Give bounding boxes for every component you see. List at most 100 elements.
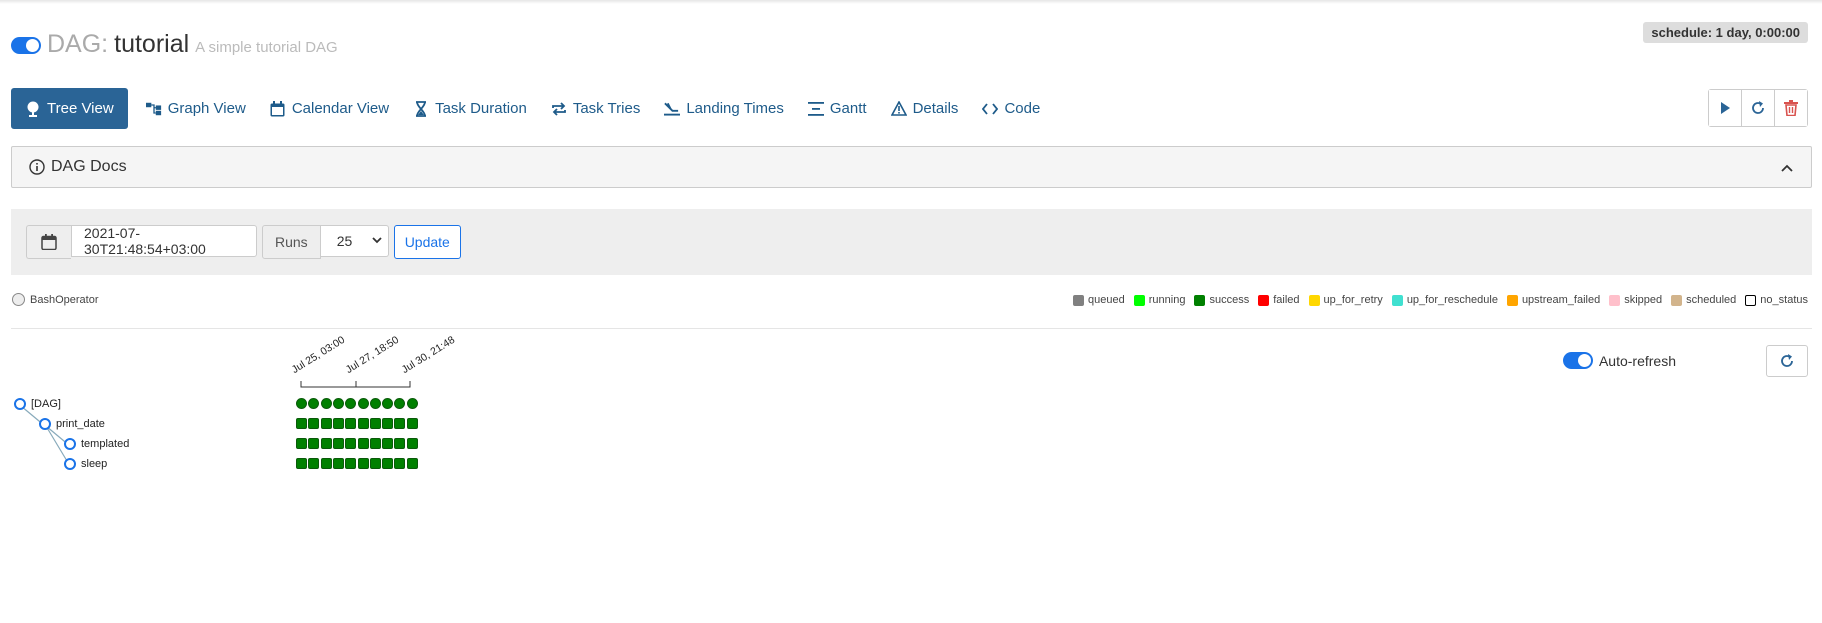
task-instance-cell[interactable]: [296, 418, 307, 429]
date-picker-button[interactable]: [26, 225, 71, 259]
dag-run-cell[interactable]: [394, 398, 406, 409]
task-instance-cell[interactable]: [332, 458, 344, 469]
update-button[interactable]: Update: [393, 225, 461, 259]
task-instance-cell[interactable]: [382, 438, 394, 449]
task-instance-cell[interactable]: [369, 458, 381, 469]
task-instance-cell[interactable]: [296, 438, 307, 449]
task-instance-cell[interactable]: [296, 458, 307, 469]
task-instance-cell[interactable]: [406, 458, 418, 469]
info-icon: [29, 159, 45, 175]
task-instance-cell[interactable]: [357, 418, 369, 429]
tab-calendar-view[interactable]: Calendar View: [258, 88, 401, 129]
auto-refresh-label: Auto-refresh: [1598, 352, 1676, 369]
tree-label-templated[interactable]: templated: [81, 438, 129, 450]
dag-run-cell[interactable]: [320, 398, 332, 409]
task-instance-cell[interactable]: [369, 438, 381, 449]
task-instance-cell[interactable]: [308, 418, 320, 429]
tree-node-print-date[interactable]: [39, 418, 51, 430]
tab-tree-view[interactable]: Tree View: [11, 88, 128, 129]
legend-label: success: [1209, 294, 1250, 306]
dag-pause-toggle[interactable]: [11, 37, 41, 54]
run-date-label: Jul 25, 03:00: [289, 333, 348, 376]
operator-label: BashOperator: [30, 293, 99, 306]
dag-run-cell[interactable]: [382, 398, 394, 409]
trash-icon: [1784, 100, 1798, 116]
dag-docs-panel[interactable]: DAG Docs: [11, 146, 1812, 188]
task-instance-cell[interactable]: [308, 438, 320, 449]
dag-run-cell[interactable]: [308, 398, 320, 409]
task-instance-cell[interactable]: [357, 458, 369, 469]
legend-label: scheduled: [1686, 294, 1737, 306]
tab-task-duration[interactable]: Task Duration: [401, 88, 539, 129]
refresh-tree-button[interactable]: [1766, 345, 1808, 377]
task-instance-cell[interactable]: [345, 418, 357, 429]
landing-icon: [664, 101, 681, 117]
task-instance-cell[interactable]: [332, 438, 344, 449]
chevron-up-icon[interactable]: [1781, 159, 1793, 177]
dag-run-cell[interactable]: [345, 398, 357, 409]
dag-run-cell[interactable]: [357, 398, 369, 409]
legend-label: queued: [1088, 294, 1125, 306]
task-instance-cell[interactable]: [394, 458, 406, 469]
task-instance-cell[interactable]: [382, 458, 394, 469]
view-tabs: Tree View Graph View Calendar View Task …: [11, 88, 1052, 129]
task-instance-cell[interactable]: [382, 418, 394, 429]
tree-filter-form: 2021-07-30T21:48:54+03:00 Runs 25 Update: [11, 209, 1812, 275]
calendar-icon: [270, 100, 286, 117]
task-instance-cell[interactable]: [345, 438, 357, 449]
task-instance-cell[interactable]: [320, 418, 332, 429]
tree-view: [DAG] print_date templated sleep Jul 25,…: [0, 334, 700, 500]
task-instance-cell[interactable]: [394, 418, 406, 429]
tree-label-print-date[interactable]: print_date: [56, 418, 105, 430]
tab-label: Code: [1004, 100, 1041, 117]
task-instance-cell[interactable]: [357, 438, 369, 449]
dag-run-cell[interactable]: [332, 398, 344, 409]
tab-graph-view[interactable]: Graph View: [134, 88, 258, 129]
task-instance-cell[interactable]: [406, 438, 418, 449]
legend-label: failed: [1273, 294, 1300, 306]
dag-run-cell[interactable]: [296, 398, 307, 409]
task-instance-cell[interactable]: [369, 418, 381, 429]
tab-code[interactable]: Code: [970, 88, 1052, 129]
delete-dag-button[interactable]: [1775, 90, 1807, 126]
dag-description: A simple tutorial DAG: [195, 39, 338, 56]
task-instance-cell[interactable]: [332, 418, 344, 429]
legend-label: up_for_retry: [1323, 294, 1383, 306]
tab-landing-times[interactable]: Landing Times: [652, 88, 796, 129]
legend-label: skipped: [1624, 294, 1663, 306]
task-instance-cell[interactable]: [308, 458, 320, 469]
legend-label: running: [1148, 294, 1186, 306]
tree-label-sleep[interactable]: sleep: [81, 458, 107, 470]
auto-refresh-toggle[interactable]: [1562, 352, 1593, 369]
tab-details[interactable]: Details: [879, 88, 971, 129]
dag-run-cell[interactable]: [406, 398, 418, 409]
dag-run-cell[interactable]: [369, 398, 381, 409]
calendar-icon: [41, 234, 57, 250]
trigger-dag-button[interactable]: [1709, 90, 1742, 126]
refresh-icon: [1752, 101, 1764, 114]
auto-refresh[interactable]: Auto-refresh: [1562, 352, 1676, 369]
tree-node-templated[interactable]: [64, 438, 76, 450]
date-axis-bracket: [300, 381, 411, 388]
tree-node-dag[interactable]: [14, 398, 26, 410]
runs-select[interactable]: 25: [320, 225, 389, 257]
tab-gantt[interactable]: Gantt: [796, 88, 879, 129]
tree-icon: [25, 101, 41, 117]
task-instance-cell[interactable]: [320, 458, 332, 469]
refresh-icon: [1781, 354, 1793, 367]
task-instance-cell[interactable]: [394, 438, 406, 449]
task-instance-cell[interactable]: [320, 438, 332, 449]
tab-task-tries[interactable]: Task Tries: [539, 88, 653, 129]
legend-swatch: [1258, 294, 1270, 306]
tree-label-dag[interactable]: [DAG]: [31, 398, 61, 410]
tree-node-sleep[interactable]: [64, 458, 76, 470]
legend-item: queued: [1073, 294, 1125, 306]
top-shadow: [0, 0, 1822, 4]
task-instance-grid: [296, 398, 426, 478]
base-date-input[interactable]: 2021-07-30T21:48:54+03:00: [71, 225, 257, 257]
refresh-dag-button[interactable]: [1742, 90, 1775, 126]
tab-label: Gantt: [829, 100, 867, 117]
task-instance-cell[interactable]: [345, 458, 357, 469]
legend-item: up_for_reschedule: [1391, 294, 1498, 306]
task-instance-cell[interactable]: [406, 418, 418, 429]
